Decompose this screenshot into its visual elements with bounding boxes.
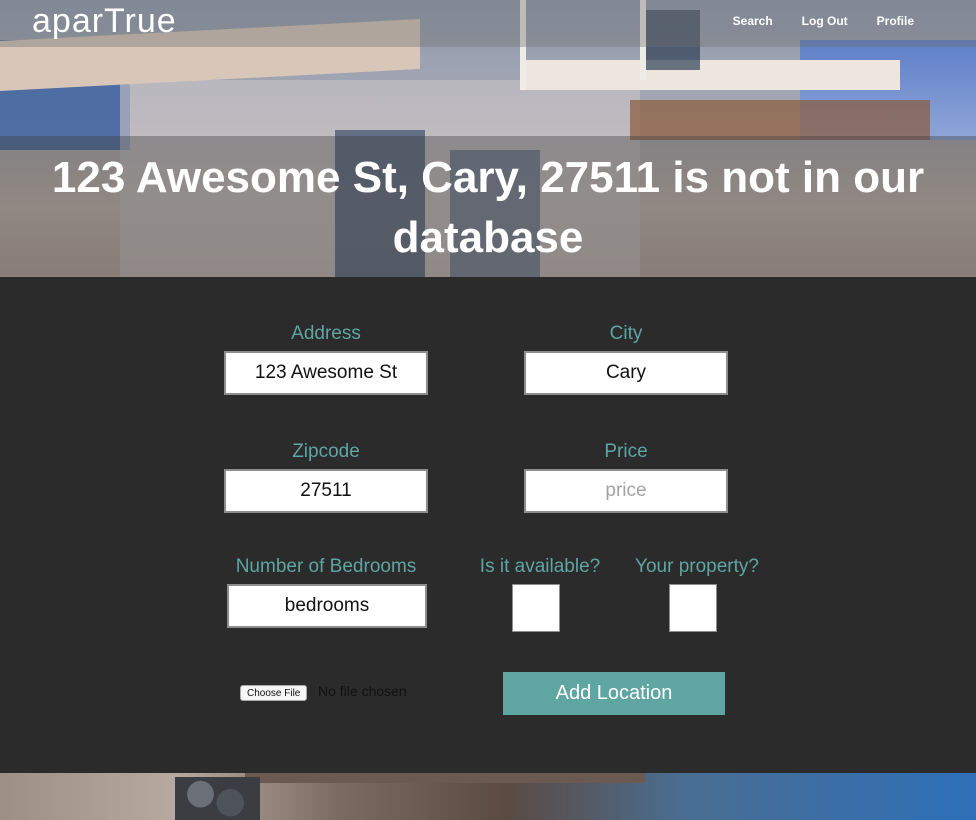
- zipcode-input[interactable]: 27511: [224, 469, 428, 513]
- bedrooms-input[interactable]: bedrooms: [227, 584, 427, 628]
- add-location-button[interactable]: Add Location: [503, 672, 725, 715]
- available-checkbox[interactable]: [512, 584, 560, 632]
- file-status-text: No file chosen: [318, 683, 407, 699]
- available-label: Is it available?: [479, 556, 601, 577]
- city-label: City: [609, 323, 643, 344]
- bedrooms-label: Number of Bedrooms: [235, 556, 417, 577]
- nav-search-link[interactable]: Search: [733, 14, 773, 28]
- brand-logo[interactable]: aparTrue: [32, 2, 177, 41]
- nav-links: Search Log Out Profile: [733, 14, 914, 28]
- footer-background: [0, 773, 976, 820]
- price-label: Price: [604, 441, 648, 462]
- top-navbar: aparTrue Search Log Out Profile: [0, 0, 976, 47]
- city-input[interactable]: Cary: [524, 351, 728, 395]
- add-location-form: Address 123 Awesome St City Cary Zipcode…: [0, 277, 976, 773]
- choose-file-button[interactable]: Choose File: [240, 685, 308, 701]
- address-input[interactable]: 123 Awesome St: [224, 351, 428, 395]
- price-input[interactable]: price: [524, 469, 728, 513]
- nav-profile-link[interactable]: Profile: [877, 14, 914, 28]
- zipcode-label: Zipcode: [292, 441, 360, 462]
- owner-label: Your property?: [635, 556, 759, 577]
- page-title: 123 Awesome St, Cary, 27511 is not in ou…: [51, 153, 925, 262]
- nav-logout-link[interactable]: Log Out: [802, 14, 848, 28]
- owner-checkbox[interactable]: [669, 584, 717, 632]
- address-label: Address: [291, 323, 361, 344]
